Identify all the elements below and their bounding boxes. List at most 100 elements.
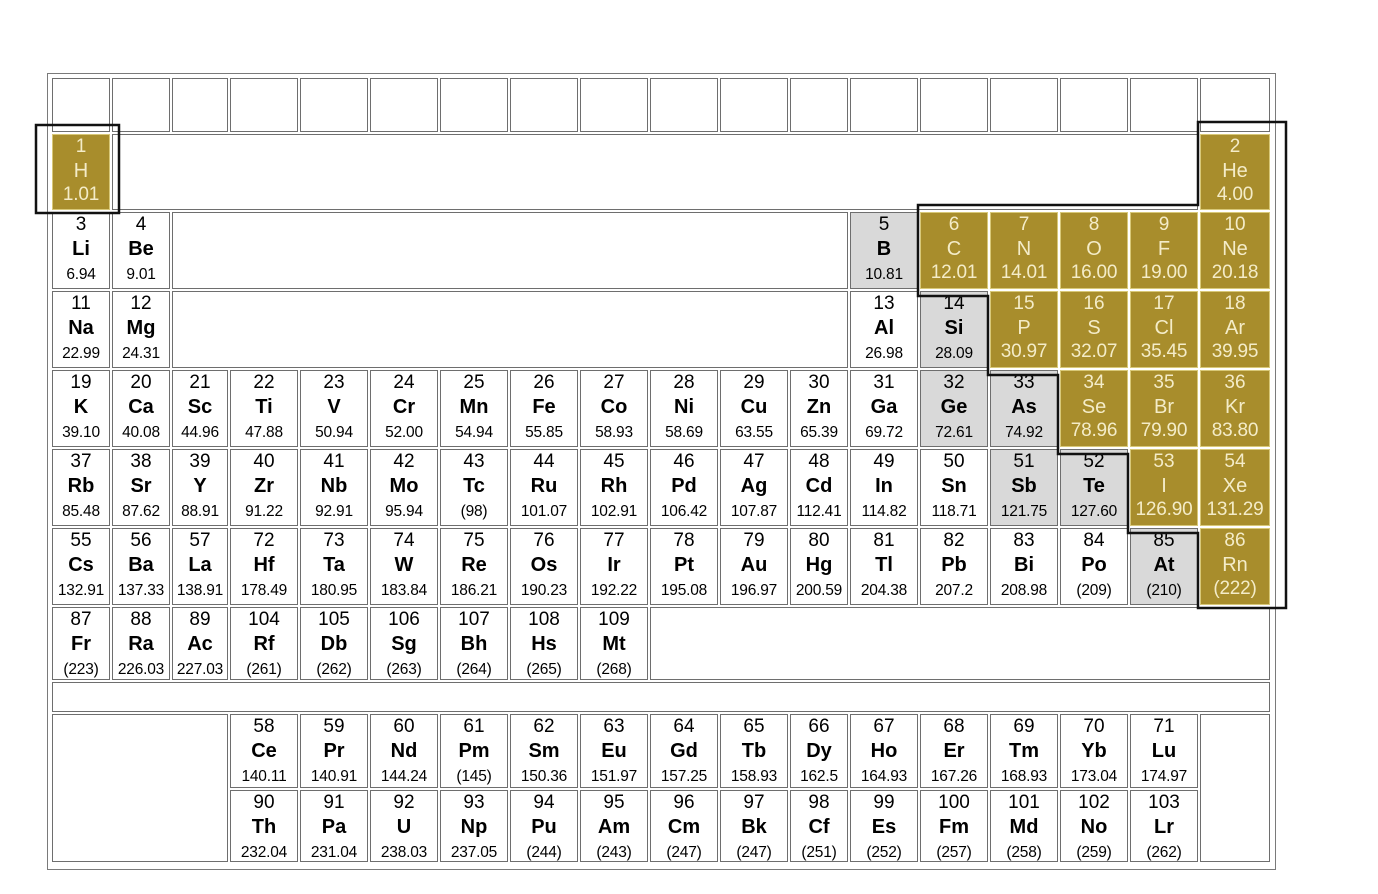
element-cell: 11 Na 22.99	[52, 291, 110, 368]
atomic-mass: 30.97	[1000, 341, 1048, 362]
element-symbol: Mg	[126, 317, 156, 339]
element-cell: 54 Xe 131.29	[1200, 449, 1270, 526]
element-cell: 76 Os 190.23	[510, 528, 578, 605]
element-symbol: Bi	[1014, 554, 1034, 576]
atomic-number: 41	[323, 451, 345, 472]
group-header	[172, 78, 228, 132]
element-symbol: Fe	[532, 396, 556, 418]
atomic-mass: 1.01	[62, 184, 100, 205]
element-symbol: No	[1080, 816, 1108, 838]
atomic-mass: 9.01	[126, 266, 156, 283]
element-symbol: Sm	[528, 740, 560, 762]
element-cell: 55 Cs 132.91	[52, 528, 110, 605]
atomic-number: 53	[1153, 451, 1175, 472]
element-cell: 13 Al 26.98	[850, 291, 918, 368]
element-cell: 69 Tm 168.93	[990, 714, 1058, 788]
element-cell: 15 P 30.97	[990, 291, 1058, 368]
group-header	[1200, 78, 1270, 132]
element-symbol: Lu	[1151, 740, 1177, 762]
group-header	[370, 78, 438, 132]
element-symbol: Ru	[530, 475, 558, 497]
atomic-number: 32	[943, 372, 965, 393]
element-cell: 71 Lu 174.97	[1130, 714, 1198, 788]
atomic-mass: 22.99	[62, 345, 100, 362]
atomic-number: 67	[873, 716, 895, 737]
atomic-mass: (223)	[63, 661, 99, 678]
atomic-number: 64	[673, 716, 695, 737]
atomic-mass: 231.04	[310, 844, 358, 861]
element-symbol: At	[1153, 554, 1175, 576]
element-cell: 89 Ac 227.03	[172, 607, 228, 680]
element-cell: 44 Ru 101.07	[510, 449, 578, 526]
atomic-number: 42	[393, 451, 415, 472]
element-symbol: Tm	[1009, 740, 1039, 762]
element-cell: 53 I 126.90	[1130, 449, 1198, 526]
element-cell: 32 Ge 72.61	[920, 370, 988, 447]
atomic-mass: 72.61	[935, 424, 973, 441]
atomic-mass: 107.87	[730, 503, 778, 520]
atomic-mass: 164.93	[860, 768, 908, 785]
element-symbol: Cm	[667, 816, 701, 838]
atomic-number: 84	[1083, 530, 1105, 551]
element-cell: 103 Lr (262)	[1130, 790, 1198, 862]
element-cell: 43 Tc (98)	[440, 449, 508, 526]
atomic-mass: 12.01	[930, 262, 978, 283]
element-cell: 84 Po (209)	[1060, 528, 1128, 605]
atomic-number: 72	[253, 530, 275, 551]
element-symbol: Am	[597, 816, 631, 838]
atomic-number: 51	[1013, 451, 1035, 472]
atomic-number: 58	[253, 716, 275, 737]
element-symbol: Tb	[741, 740, 767, 762]
element-cell: 52 Te 127.60	[1060, 449, 1128, 526]
element-cell: 5 B 10.81	[850, 212, 918, 289]
element-cell: 99 Es (252)	[850, 790, 918, 862]
atomic-number: 91	[323, 792, 345, 813]
element-symbol: Pm	[458, 740, 490, 762]
atomic-number: 38	[130, 451, 152, 472]
element-cell: 29 Cu 63.55	[720, 370, 788, 447]
atomic-number: 83	[1013, 530, 1035, 551]
element-cell: 34 Se 78.96	[1060, 370, 1128, 447]
atomic-number: 49	[873, 451, 895, 472]
element-cell: 12 Mg 24.31	[112, 291, 170, 368]
atomic-number: 5	[878, 214, 890, 235]
atomic-number: 78	[673, 530, 695, 551]
element-symbol: Ac	[187, 633, 213, 655]
group-header	[720, 78, 788, 132]
group-header	[230, 78, 298, 132]
element-cell: 2 He 4.00	[1200, 134, 1270, 210]
element-cell: 61 Pm (145)	[440, 714, 508, 788]
atomic-mass: 79.90	[1140, 420, 1188, 441]
element-symbol: Sb	[1011, 475, 1037, 497]
element-symbol: Tl	[875, 554, 893, 576]
atomic-mass: 14.01	[1000, 262, 1048, 283]
atomic-mass: (247)	[736, 844, 772, 861]
group-header	[920, 78, 988, 132]
atomic-number: 4	[135, 214, 147, 235]
atomic-mass: 192.22	[590, 582, 638, 599]
element-symbol: In	[875, 475, 893, 497]
atomic-mass: (259)	[1076, 844, 1112, 861]
element-symbol: Te	[1083, 475, 1105, 497]
atomic-number: 27	[603, 372, 625, 393]
element-symbol: Nb	[320, 475, 348, 497]
atomic-mass: 102.91	[590, 503, 638, 520]
element-symbol: Cd	[805, 475, 833, 497]
element-cell: 10 Ne 20.18	[1200, 212, 1270, 289]
element-symbol: Cs	[68, 554, 94, 576]
atomic-number: 80	[808, 530, 830, 551]
atomic-number: 74	[393, 530, 415, 551]
atomic-mass: 144.24	[380, 768, 428, 785]
atomic-mass: 69.72	[865, 424, 903, 441]
element-cell: 64 Gd 157.25	[650, 714, 718, 788]
atomic-number: 23	[323, 372, 345, 393]
atomic-number: 75	[463, 530, 485, 551]
atomic-mass: 183.84	[380, 582, 428, 599]
element-cell: 74 W 183.84	[370, 528, 438, 605]
atomic-mass: (262)	[1146, 844, 1182, 861]
element-symbol: P	[1017, 317, 1031, 339]
atomic-mass: 58.93	[595, 424, 633, 441]
atomic-mass: 150.36	[520, 768, 568, 785]
element-cell: 8 O 16.00	[1060, 212, 1128, 289]
atomic-mass: 88.91	[181, 503, 219, 520]
